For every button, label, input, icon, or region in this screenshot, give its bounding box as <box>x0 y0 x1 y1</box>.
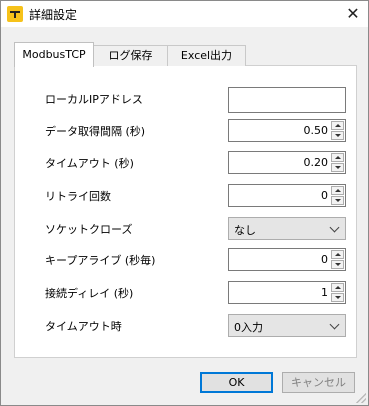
interval-value: 0.50 <box>303 124 329 137</box>
interval-label: データ取得間隔 (秒) <box>45 125 146 138</box>
reconnect-delay-label: 接続ディレイ (秒) <box>45 287 134 300</box>
on-timeout-select[interactable]: 0入力 <box>228 314 346 337</box>
keepalive-value: 0 <box>321 253 328 266</box>
title-bar: 詳細設定 ✕ <box>1 1 368 27</box>
socket-close-select[interactable]: なし <box>228 217 346 240</box>
socket-close-label: ソケットクローズ <box>45 223 133 236</box>
chevron-down-icon <box>329 319 340 330</box>
cancel-button[interactable]: キャンセル <box>282 372 355 393</box>
retry-down-icon[interactable] <box>331 196 344 205</box>
reconnect-delay-down-icon[interactable] <box>331 293 344 302</box>
timeout-down-icon[interactable] <box>331 163 344 172</box>
settings-dialog: 詳細設定 ✕ ModbusTCP ログ保存 Excel出力 ローカルIPアドレス… <box>0 0 369 406</box>
interval-up-icon[interactable] <box>331 121 344 130</box>
tab-excel-output[interactable]: Excel出力 <box>167 45 246 66</box>
keepalive-down-icon[interactable] <box>331 260 344 269</box>
socket-close-value: なし <box>234 224 256 237</box>
keepalive-label: キープアライブ (秒毎) <box>45 254 156 267</box>
ok-button[interactable]: OK <box>200 372 273 393</box>
reconnect-delay-stepper[interactable]: 1 <box>228 281 346 304</box>
window-title: 詳細設定 <box>29 8 78 22</box>
timeout-spin <box>331 153 344 172</box>
interval-stepper[interactable]: 0.50 <box>228 119 346 142</box>
reconnect-delay-up-icon[interactable] <box>331 283 344 292</box>
timeout-up-icon[interactable] <box>331 153 344 162</box>
retry-value: 0 <box>321 189 328 202</box>
tab-modbustcp[interactable]: ModbusTCP <box>14 42 94 67</box>
close-icon[interactable]: ✕ <box>338 1 368 27</box>
app-icon <box>7 6 23 22</box>
on-timeout-value: 0入力 <box>234 321 263 334</box>
resize-grip-icon[interactable] <box>356 393 366 403</box>
retry-spin <box>331 186 344 205</box>
retry-up-icon[interactable] <box>331 186 344 195</box>
reconnect-delay-value: 1 <box>321 286 328 299</box>
chevron-down-icon <box>329 222 340 233</box>
interval-spin <box>331 121 344 140</box>
keepalive-up-icon[interactable] <box>331 250 344 259</box>
interval-down-icon[interactable] <box>331 131 344 140</box>
reconnect-delay-spin <box>331 283 344 302</box>
local-ip-input[interactable] <box>228 87 346 113</box>
keepalive-spin <box>331 250 344 269</box>
local-ip-label: ローカルIPアドレス <box>45 93 143 106</box>
timeout-value: 0.20 <box>303 156 329 169</box>
on-timeout-label: タイムアウト時 <box>45 320 122 333</box>
tab-log-save[interactable]: ログ保存 <box>91 45 170 66</box>
timeout-label: タイムアウト (秒) <box>45 157 134 170</box>
retry-stepper[interactable]: 0 <box>228 184 346 207</box>
keepalive-stepper[interactable]: 0 <box>228 248 346 271</box>
retry-label: リトライ回数 <box>45 190 111 203</box>
timeout-stepper[interactable]: 0.20 <box>228 151 346 174</box>
